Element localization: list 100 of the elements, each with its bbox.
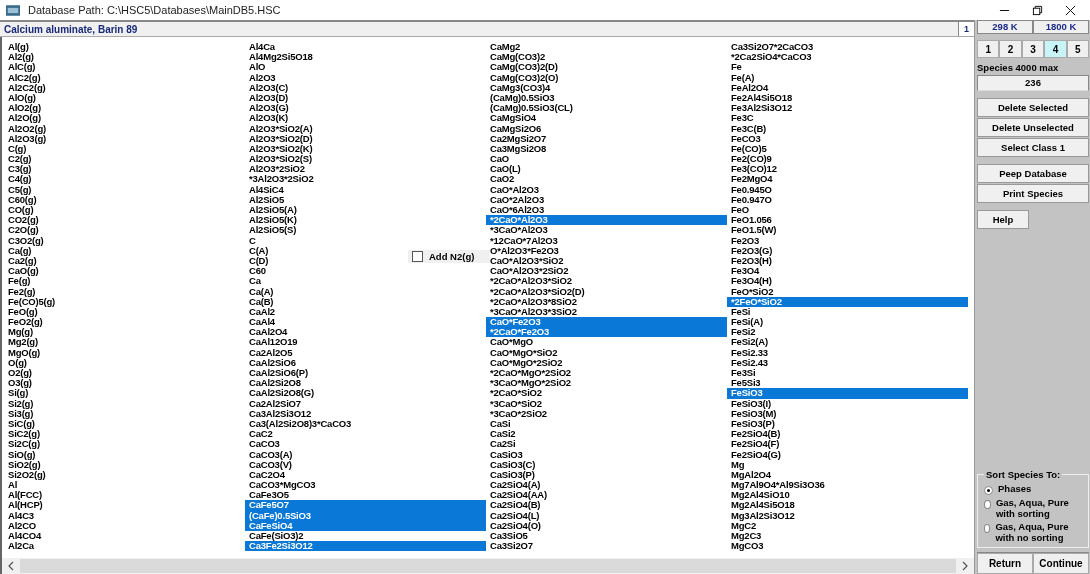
species-item[interactable]: Fe(A): [727, 72, 755, 83]
action-button[interactable]: Peep Database: [977, 164, 1089, 183]
species-item[interactable]: Ca2SiO4(B): [486, 500, 541, 511]
species-item[interactable]: FeSiO3(M): [727, 408, 777, 419]
species-item[interactable]: Al2(g): [4, 52, 34, 63]
species-item[interactable]: *3CaO*2SiO2: [486, 408, 547, 419]
species-item[interactable]: FeSi2.33: [727, 347, 768, 358]
species-item[interactable]: CaAl2: [245, 306, 275, 318]
species-item[interactable]: Fe2SiO4(B): [727, 429, 781, 440]
species-item[interactable]: Al2SiO5(S): [245, 225, 297, 236]
footer-button[interactable]: Return: [977, 553, 1033, 574]
species-item[interactable]: CaCO3*MgCO3: [245, 480, 316, 491]
species-item[interactable]: Al(g): [4, 42, 29, 53]
species-item[interactable]: Mg: [727, 459, 745, 470]
species-item[interactable]: C: [245, 235, 256, 246]
species-item[interactable]: FeO1.5(W): [727, 225, 777, 236]
species-item[interactable]: CaC2O4: [245, 469, 285, 481]
species-item[interactable]: AlO2(g): [4, 103, 41, 114]
species-item[interactable]: *3CaO*Al2O3*3SiO2: [486, 306, 577, 318]
species-item[interactable]: CaC2: [245, 429, 273, 440]
species-item[interactable]: Fe3O4: [727, 266, 760, 277]
species-item[interactable]: CaO*MgO*2SiO2: [486, 357, 563, 368]
scroll-right-icon[interactable]: [961, 561, 969, 571]
species-item[interactable]: Al2O3*2SiO2: [245, 164, 305, 175]
species-item[interactable]: CaAl2SiO6(P): [245, 368, 308, 379]
species-item[interactable]: Al2O(g): [4, 113, 41, 124]
species-item[interactable]: Al2O3*SiO2(S): [245, 154, 312, 165]
species-item[interactable]: Fe0.945O: [727, 184, 772, 195]
page-tab[interactable]: 3: [1021, 40, 1045, 58]
page-tab[interactable]: 1: [977, 40, 1000, 58]
species-item[interactable]: AlO(g): [4, 92, 36, 104]
species-item[interactable]: Mg2(g): [4, 337, 38, 348]
species-item[interactable]: Fe2SiO4(F): [727, 439, 780, 450]
species-item[interactable]: Al: [4, 480, 18, 491]
species-item[interactable]: CaCO3(V): [245, 459, 292, 470]
radio-button[interactable]: [984, 500, 991, 509]
species-item[interactable]: C2O(g): [4, 225, 39, 236]
sort-radio[interactable]: Phases: [984, 483, 1086, 495]
species-item[interactable]: FeCO3: [727, 133, 761, 144]
species-item[interactable]: Al4C3: [4, 510, 34, 521]
species-item[interactable]: Al2SiO5: [245, 194, 285, 205]
species-item[interactable]: Fe2O3(H): [727, 255, 772, 267]
species-item[interactable]: MgCO3: [727, 541, 764, 552]
species-item[interactable]: Fe3Si: [727, 368, 756, 379]
species-item[interactable]: C4(g): [4, 174, 32, 185]
species-item[interactable]: Fe3Al2Si3O12: [727, 103, 792, 114]
species-item[interactable]: *2CaO*Fe2O3: [486, 327, 727, 338]
species-item[interactable]: CaMg(CO3)2(D): [486, 62, 558, 73]
species-item[interactable]: Al2O3*SiO2(D): [245, 133, 313, 144]
species-item[interactable]: Fe3(CO)12: [727, 164, 777, 175]
page-tab[interactable]: 4: [1044, 40, 1067, 58]
species-item[interactable]: Fe2(g): [4, 286, 36, 297]
species-item[interactable]: FeAl2O4: [727, 82, 769, 93]
species-item[interactable]: Si2C(g): [4, 439, 40, 450]
species-item[interactable]: CaO(g): [4, 266, 39, 277]
species-item[interactable]: SiO(g): [4, 449, 36, 460]
species-item[interactable]: MgC2: [727, 520, 757, 531]
species-item[interactable]: Fe2Al4Si5O18: [727, 92, 792, 104]
species-item[interactable]: (CaMg)0.5SiO3(CL): [486, 103, 573, 114]
species-item[interactable]: Al2O3*SiO2(K): [245, 143, 313, 155]
species-item[interactable]: Ca3Si2O7*2CaCO3: [727, 42, 814, 53]
species-item[interactable]: CaMg2: [486, 42, 521, 53]
species-item[interactable]: FeSi2(A): [727, 337, 768, 348]
footer-button[interactable]: Continue: [1033, 553, 1089, 574]
species-item[interactable]: CaO*2Al2O3: [486, 194, 544, 205]
radio-button[interactable]: [984, 486, 993, 495]
species-item[interactable]: SiC(g): [4, 418, 35, 430]
species-item[interactable]: CaSi2: [486, 429, 516, 440]
temperature-field[interactable]: 1800 K: [1033, 20, 1089, 34]
species-item[interactable]: MgO(g): [4, 347, 41, 358]
species-item[interactable]: C3O2(g): [4, 235, 44, 246]
add-gas-checkbox[interactable]: Add N2(g): [408, 250, 490, 263]
species-item[interactable]: FeO1.056: [727, 215, 772, 226]
species-item[interactable]: *12CaO*7Al2O3: [486, 235, 558, 246]
species-item[interactable]: CaFe5O7: [245, 500, 486, 511]
species-item[interactable]: CaSiO3: [486, 449, 523, 460]
species-item[interactable]: (CaFe)0.5SiO3: [245, 510, 486, 521]
species-item[interactable]: CaSiO3(P): [486, 469, 535, 481]
species-item[interactable]: FeSiO3: [727, 388, 968, 399]
page-tab[interactable]: 5: [1066, 40, 1090, 58]
species-item[interactable]: C3(g): [4, 164, 32, 175]
species-item[interactable]: Ca2SiO4(L): [486, 510, 540, 521]
species-item[interactable]: *2CaO*Al2O3: [486, 215, 727, 226]
species-item[interactable]: *2Ca2SiO4*CaCO3: [727, 52, 812, 63]
species-item[interactable]: CaO*MgO*SiO2: [486, 347, 558, 358]
species-item[interactable]: FeSiO3(P): [727, 418, 775, 430]
species-item[interactable]: *2CaO*Al2O3*SiO2: [486, 276, 572, 287]
species-item[interactable]: Ca: [245, 276, 261, 287]
species-item[interactable]: Al2O3(C): [245, 82, 289, 93]
species-item[interactable]: Al2Ca: [4, 541, 34, 552]
species-item[interactable]: CO2(g): [4, 215, 39, 226]
species-item[interactable]: Si2O2(g): [4, 469, 46, 481]
species-item[interactable]: CaSiO3(C): [486, 459, 536, 470]
action-button[interactable]: Delete Unselected: [977, 118, 1089, 137]
species-item[interactable]: Al2O2(g): [4, 123, 46, 134]
species-item[interactable]: AlC2(g): [4, 72, 41, 83]
action-button[interactable]: Print Species: [977, 184, 1089, 203]
species-item[interactable]: Al4Mg2Si5O18: [245, 52, 313, 63]
species-item[interactable]: CaAl2O4: [245, 327, 288, 338]
species-item[interactable]: *2CaO*Al2O3*SiO2(D): [486, 286, 585, 297]
